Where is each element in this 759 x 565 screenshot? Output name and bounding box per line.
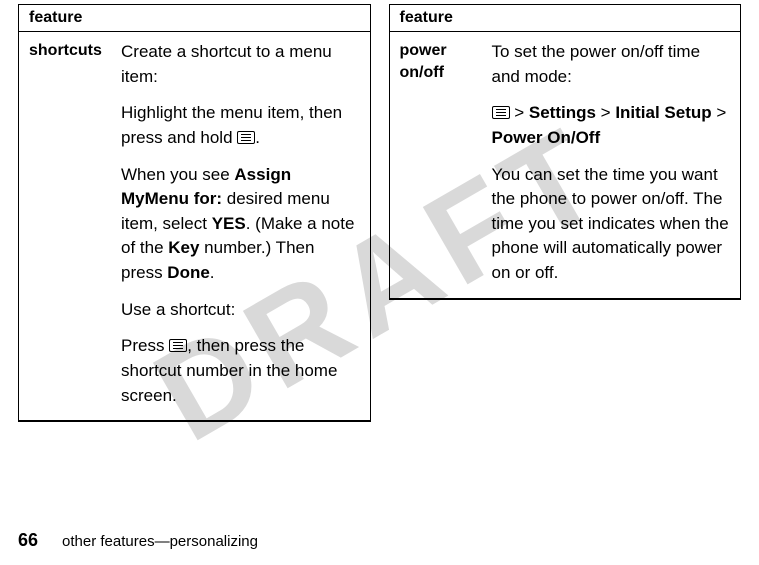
text: > xyxy=(596,103,615,122)
shortcuts-p4: Use a shortcut: xyxy=(121,298,360,323)
shortcuts-p1: Create a shortcut to a menu item: xyxy=(121,40,360,89)
power-label: power on/off xyxy=(390,32,490,298)
left-body-row: shortcuts Create a shortcut to a menu it… xyxy=(19,32,370,421)
right-table: feature power on/off To set the power on… xyxy=(389,4,742,300)
right-body-row: power on/off To set the power on/off tim… xyxy=(390,32,741,299)
menu-icon xyxy=(492,106,510,119)
done-label: Done xyxy=(167,263,210,282)
page-footer: 66 other features—personalizing xyxy=(18,530,258,551)
power-p1: To set the power on/off time and mode: xyxy=(492,40,731,89)
power-p3: You can set the time you want the phone … xyxy=(492,163,731,286)
left-header: feature xyxy=(29,9,82,26)
power-p2: > Settings > Initial Setup > Power On/Of… xyxy=(492,101,731,150)
text: > xyxy=(712,103,727,122)
left-table: feature shortcuts Create a shortcut to a… xyxy=(18,4,371,422)
menu-icon xyxy=(169,339,187,352)
text: > xyxy=(510,103,529,122)
settings-label: Settings xyxy=(529,103,596,122)
page-content: feature shortcuts Create a shortcut to a… xyxy=(0,0,759,422)
text: Highlight the menu item, then press and … xyxy=(121,103,342,147)
power-onoff-label: Power On/Off xyxy=(492,128,601,147)
text: . xyxy=(210,263,215,282)
shortcuts-label: shortcuts xyxy=(19,32,119,420)
text: When you see xyxy=(121,165,234,184)
left-header-row: feature xyxy=(19,5,370,32)
shortcuts-p5: Press , then press the shortcut number i… xyxy=(121,334,360,408)
menu-icon xyxy=(237,131,255,144)
shortcuts-p3: When you see Assign MyMenu for: desired … xyxy=(121,163,360,286)
right-header-row: feature xyxy=(390,5,741,32)
footer-text: other features—personalizing xyxy=(62,533,258,550)
yes-label: YES xyxy=(212,214,246,233)
text: Press xyxy=(121,336,169,355)
key-label: Key xyxy=(168,238,199,257)
page-number: 66 xyxy=(18,530,38,551)
power-content: To set the power on/off time and mode: >… xyxy=(490,32,741,298)
initial-setup-label: Initial Setup xyxy=(615,103,711,122)
shortcuts-p2: Highlight the menu item, then press and … xyxy=(121,101,360,150)
right-header: feature xyxy=(400,9,453,26)
text: . xyxy=(255,128,260,147)
shortcuts-content: Create a shortcut to a menu item: Highli… xyxy=(119,32,370,420)
